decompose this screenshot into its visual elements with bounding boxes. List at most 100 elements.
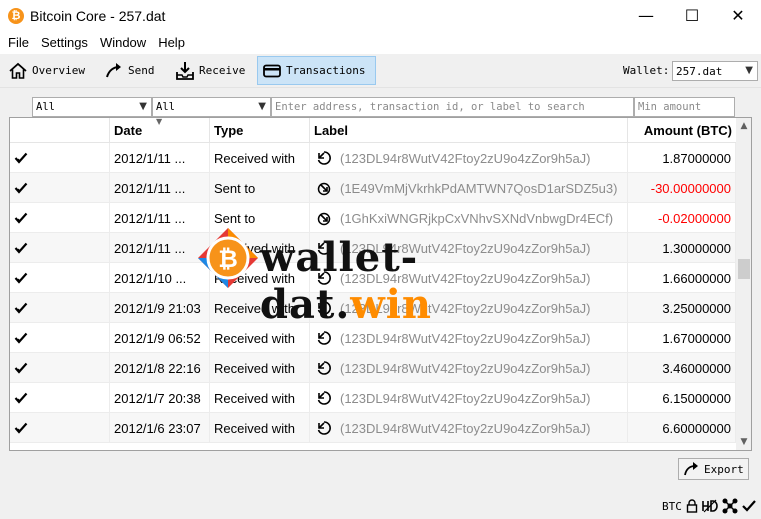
type-filter-select[interactable]: All ▼ <box>152 97 271 117</box>
address-label: (123DL94r8WutV42Ftoy2zU9o4zZor9h5aJ) <box>340 150 591 166</box>
amount-cell: 3.25000000 <box>628 293 736 323</box>
window-title: Bitcoin Core - 257.dat <box>30 7 166 24</box>
amount-cell: 1.87000000 <box>628 143 736 173</box>
status-cell <box>10 293 110 323</box>
receive-inbox-icon <box>175 61 195 81</box>
header-label[interactable]: Label <box>310 118 628 143</box>
overview-button[interactable]: Overview <box>4 56 89 85</box>
confirmed-check-icon <box>14 181 28 195</box>
label-cell: (1GhKxiWNGRjkpCxVNhvSXNdVnbwgDr4ECf) <box>310 203 628 233</box>
confirmed-check-icon <box>14 211 28 225</box>
confirmed-check-icon <box>14 391 28 405</box>
receive-arrow-icon <box>316 390 332 406</box>
amount-cell: 6.60000000 <box>628 413 736 443</box>
watermark-logo-icon: ₿ <box>198 228 258 288</box>
date-cell: 2012/1/9 21:03 <box>110 293 210 323</box>
date-cell: 2012/1/11 ... <box>110 203 210 233</box>
transactions-tab[interactable]: Transactions <box>257 56 376 85</box>
status-bar: BTC <box>0 495 761 519</box>
menu-window[interactable]: Window <box>94 35 152 50</box>
chevron-down-icon: ▼ <box>139 101 147 112</box>
date-cell: 2012/1/8 22:16 <box>110 353 210 383</box>
date-cell: 2012/1/11 ... <box>110 143 210 173</box>
hd-icon <box>702 499 718 513</box>
table-row[interactable]: 2012/1/6 23:07 Received with (123DL94r8Wut… <box>10 413 736 443</box>
amount-cell: 6.15000000 <box>628 383 736 413</box>
search-input[interactable]: Enter address, transaction id, or label … <box>271 97 634 117</box>
minimize-button[interactable]: — <box>623 0 669 31</box>
wallet-selector[interactable]: 257.dat ▼ <box>672 61 758 81</box>
label-cell: (123DL94r8WutV42Ftoy2zU9o4zZor9h5aJ) <box>310 413 628 443</box>
send-button[interactable]: Send <box>100 56 159 85</box>
table-row[interactable]: 2012/1/7 20:38 Received with (123DL94r8Wut… <box>10 383 736 413</box>
unit-display[interactable]: BTC <box>662 500 682 513</box>
wallet-label: Wallet: <box>623 64 670 77</box>
date-cell: 2012/1/9 06:52 <box>110 323 210 353</box>
confirmed-check-icon <box>14 361 28 375</box>
vertical-scrollbar[interactable]: ▲ ▼ <box>736 118 751 450</box>
header-date-label: Date <box>114 123 143 138</box>
network-icon[interactable] <box>722 498 738 514</box>
header-type[interactable]: Type <box>210 118 310 143</box>
table-row[interactable]: 2012/1/11 ... Sent to (1GhKxiWNGRjkpCxVNhv… <box>10 203 736 233</box>
watermark-text: wallet-dat.win <box>260 234 433 328</box>
status-cell <box>10 383 110 413</box>
send-label: Send <box>128 64 155 77</box>
export-button[interactable]: Export <box>678 458 749 480</box>
scroll-down-icon[interactable]: ▼ <box>736 434 751 450</box>
receive-arrow-icon <box>316 150 332 166</box>
close-button[interactable]: ✕ <box>715 0 761 31</box>
status-cell <box>10 323 110 353</box>
date-cell: 2012/1/11 ... <box>110 233 210 263</box>
amount-cell: 1.30000000 <box>628 233 736 263</box>
amount-cell: 1.66000000 <box>628 263 736 293</box>
table-header: Date Type Label Amount (BTC) ▼ <box>10 118 736 143</box>
amount-cell: 3.46000000 <box>628 353 736 383</box>
receive-button[interactable]: Receive <box>171 56 249 85</box>
confirmed-check-icon <box>14 421 28 435</box>
address-label: (123DL94r8WutV42Ftoy2zU9o4zZor9h5aJ) <box>340 420 591 436</box>
status-cell <box>10 233 110 263</box>
scroll-up-icon[interactable]: ▲ <box>736 118 751 134</box>
synced-check-icon <box>742 500 756 512</box>
amount-cell: 1.67000000 <box>628 323 736 353</box>
address-label: (1GhKxiWNGRjkpCxVNhvSXNdVnbwgDr4ECf) <box>340 210 614 226</box>
type-cell: Received with <box>210 143 310 173</box>
address-label: (123DL94r8WutV42Ftoy2zU9o4zZor9h5aJ) <box>340 390 591 406</box>
menu-file[interactable]: File <box>2 35 35 50</box>
address-label: (1E49VmMjVkrhkPdAMTWN7QosD1arSDZ5u3) <box>340 180 618 196</box>
date-cell: 2012/1/6 23:07 <box>110 413 210 443</box>
table-row[interactable]: 2012/1/8 22:16 Received with (123DL94r8Wut… <box>10 353 736 383</box>
label-cell: (1E49VmMjVkrhkPdAMTWN7QosD1arSDZ5u3) <box>310 173 628 203</box>
type-cell: Received with <box>210 413 310 443</box>
receive-arrow-icon <box>316 330 332 346</box>
min-amount-input[interactable]: Min amount <box>634 97 735 117</box>
receive-arrow-icon <box>316 360 332 376</box>
address-label: (123DL94r8WutV42Ftoy2zU9o4zZor9h5aJ) <box>340 360 591 376</box>
menu-bar: File Settings Window Help <box>0 31 761 54</box>
type-cell: Sent to <box>210 173 310 203</box>
export-label: Export <box>704 462 744 476</box>
overview-label: Overview <box>32 64 85 77</box>
chevron-down-icon: ▼ <box>258 101 266 112</box>
confirmed-check-icon <box>14 241 28 255</box>
transactions-card-icon <box>262 61 282 81</box>
chevron-down-icon: ▼ <box>745 65 753 76</box>
wallet-selected-value: 257.dat <box>676 64 723 78</box>
header-status[interactable] <box>10 118 110 143</box>
header-amount[interactable]: Amount (BTC) <box>628 118 736 143</box>
table-row[interactable]: 2012/1/11 ... Sent to (1E49VmMjVkrhkPdAMTW… <box>10 173 736 203</box>
type-cell: Received with <box>210 353 310 383</box>
table-row[interactable]: 2012/1/11 ... Received with (123DL94r8WutV… <box>10 143 736 173</box>
status-cell <box>10 413 110 443</box>
date-cell: 2012/1/11 ... <box>110 173 210 203</box>
date-filter-select[interactable]: All ▼ <box>32 97 152 117</box>
scroll-thumb[interactable] <box>738 259 750 279</box>
svg-text:₿: ₿ <box>218 245 238 273</box>
app-window: ₿ Bitcoin Core - 257.dat — ☐ ✕ File Sett… <box>0 0 761 519</box>
lock-icon <box>686 499 698 513</box>
menu-help[interactable]: Help <box>152 35 191 50</box>
sort-indicator-icon: ▼ <box>156 117 163 126</box>
maximize-button[interactable]: ☐ <box>669 0 715 31</box>
menu-settings[interactable]: Settings <box>35 35 94 50</box>
